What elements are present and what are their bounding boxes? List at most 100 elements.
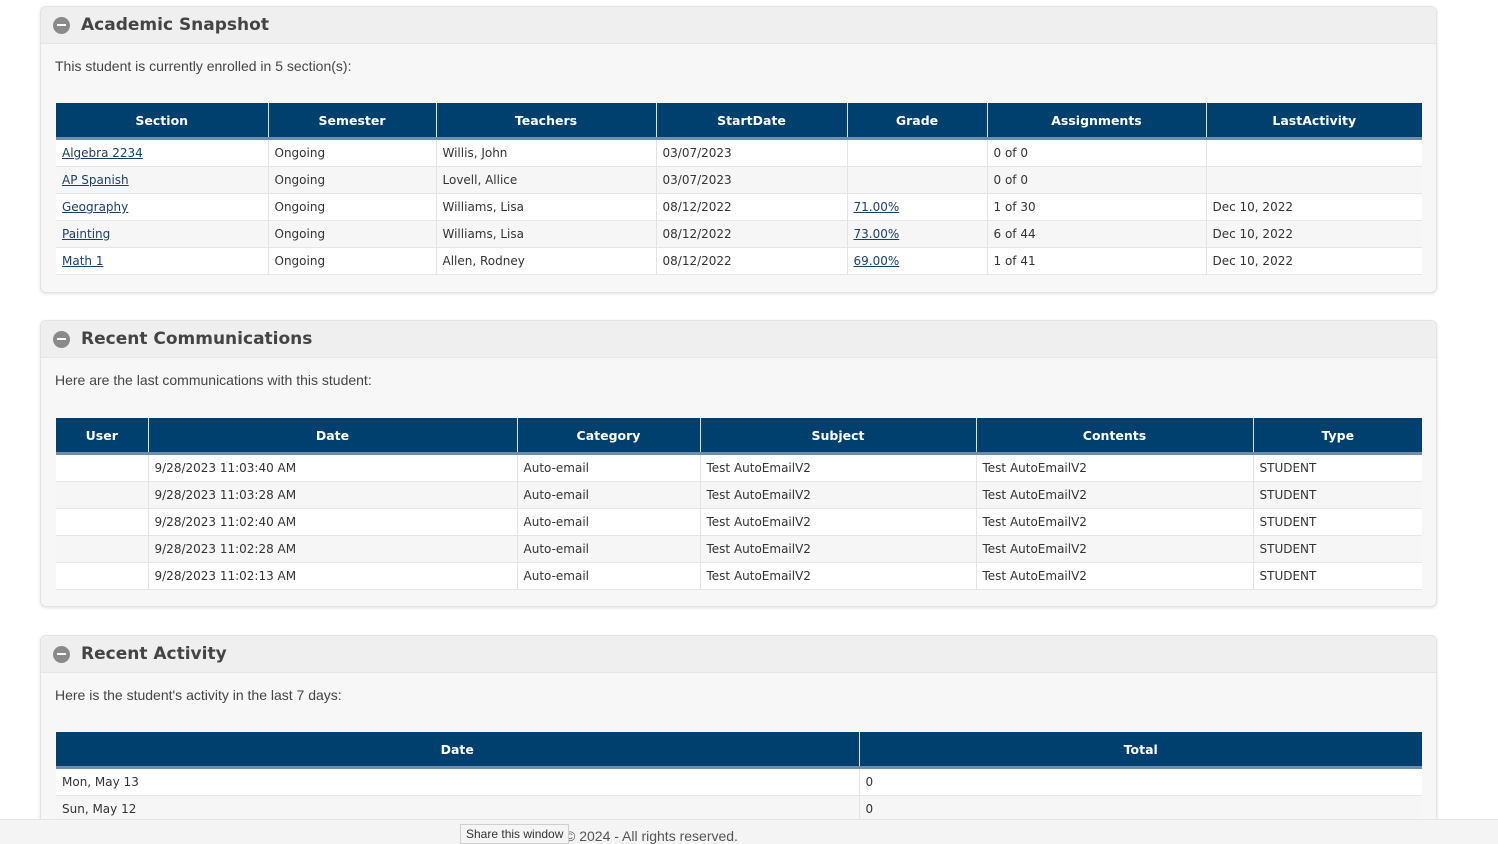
section-cell: Math 1: [56, 247, 268, 275]
table-row: 9/28/2023 11:03:28 AM Auto-email Test Au…: [56, 481, 1422, 509]
grade-link[interactable]: 69.00%: [854, 254, 900, 268]
panel-title: Recent Activity: [81, 644, 227, 664]
date-cell: 9/28/2023 11:03:40 AM: [147, 453, 517, 482]
type-cell: STUDENT: [1252, 508, 1422, 536]
table-row: 9/28/2023 11:02:40 AM Auto-email Test Au…: [56, 508, 1422, 536]
table-row: Mon, May 13 0: [56, 767, 1422, 796]
last-activity-cell: [1205, 138, 1422, 167]
column-header[interactable]: StartDate: [655, 103, 847, 140]
contents-cell: Test AutoEmailV2: [975, 535, 1253, 563]
start-date-cell: 08/12/2022: [655, 247, 847, 275]
recent-communications-header: Recent Communications: [41, 321, 1436, 358]
table-row: Algebra 2234 Ongoing Willis, John 03/07/…: [56, 138, 1422, 167]
column-header[interactable]: Teachers: [435, 103, 656, 140]
teachers-cell: Willis, John: [435, 138, 656, 167]
column-header[interactable]: Assignments: [986, 103, 1206, 140]
recent-activity-panel: Recent Activity Here is the student's ac…: [40, 635, 1437, 835]
recent-activity-header: Recent Activity: [41, 636, 1436, 673]
table-row: 9/28/2023 11:03:40 AM Auto-email Test Au…: [56, 453, 1422, 482]
column-header[interactable]: Section: [56, 103, 268, 140]
last-activity-cell: [1205, 166, 1422, 194]
user-cell: [56, 481, 148, 509]
collapse-minus-icon[interactable]: [53, 16, 70, 34]
section-link[interactable]: Math 1: [62, 254, 103, 268]
communications-description: Here are the last communications with th…: [55, 372, 372, 388]
date-cell: 9/28/2023 11:02:13 AM: [147, 562, 517, 590]
grade-cell: 71.00%: [846, 193, 987, 221]
assignments-cell: 1 of 41: [986, 247, 1206, 275]
section-link[interactable]: Algebra 2234: [62, 146, 143, 160]
last-activity-cell: Dec 10, 2022: [1205, 220, 1422, 248]
category-cell: Auto-email: [516, 453, 700, 482]
activity-description: Here is the student's activity in the la…: [55, 687, 342, 703]
column-header[interactable]: Semester: [267, 103, 436, 140]
column-header[interactable]: Category: [516, 418, 700, 455]
grade-cell: [846, 138, 987, 167]
type-cell: STUDENT: [1252, 562, 1422, 590]
column-header[interactable]: Grade: [846, 103, 987, 140]
start-date-cell: 03/07/2023: [655, 138, 847, 167]
section-link[interactable]: Painting: [62, 227, 110, 241]
user-cell: [56, 535, 148, 563]
teachers-cell: Allen, Rodney: [435, 247, 656, 275]
column-header[interactable]: Subject: [699, 418, 976, 455]
contents-cell: Test AutoEmailV2: [975, 508, 1253, 536]
sections-table: Section Semester Teachers StartDate Grad…: [56, 103, 1422, 275]
contents-cell: Test AutoEmailV2: [975, 481, 1253, 509]
academic-snapshot-panel: Academic Snapshot This student is curren…: [40, 6, 1437, 293]
column-header[interactable]: Type: [1252, 418, 1422, 455]
total-cell: 0: [858, 767, 1422, 796]
grade-link[interactable]: 73.00%: [854, 227, 900, 241]
user-cell: [56, 508, 148, 536]
section-link[interactable]: Geography: [62, 200, 128, 214]
column-header[interactable]: Date: [56, 732, 859, 769]
start-date-cell: 03/07/2023: [655, 166, 847, 194]
column-header[interactable]: Contents: [975, 418, 1253, 455]
copyright-text: © 2024 - All rights reserved.: [565, 828, 738, 844]
section-cell: Geography: [56, 193, 268, 221]
section-cell: Painting: [56, 220, 268, 248]
assignments-cell: 0 of 0: [986, 166, 1206, 194]
subject-cell: Test AutoEmailV2: [699, 508, 976, 536]
subject-cell: Test AutoEmailV2: [699, 481, 976, 509]
table-row: Painting Ongoing Williams, Lisa 08/12/20…: [56, 220, 1422, 248]
column-header[interactable]: LastActivity: [1205, 103, 1422, 140]
table-row: 9/28/2023 11:02:28 AM Auto-email Test Au…: [56, 535, 1422, 563]
collapse-minus-icon[interactable]: [53, 645, 70, 663]
semester-cell: Ongoing: [267, 166, 436, 194]
table-header-row: User Date Category Subject Contents Type: [56, 418, 1422, 455]
assignments-cell: 0 of 0: [986, 138, 1206, 167]
type-cell: STUDENT: [1252, 453, 1422, 482]
teachers-cell: Lovell, Allice: [435, 166, 656, 194]
grade-cell: 69.00%: [846, 247, 987, 275]
start-date-cell: 08/12/2022: [655, 193, 847, 221]
section-cell: AP Spanish: [56, 166, 268, 194]
share-window-tooltip[interactable]: Share this window: [460, 824, 570, 844]
column-header[interactable]: Date: [147, 418, 517, 455]
category-cell: Auto-email: [516, 562, 700, 590]
date-cell: 9/28/2023 11:02:40 AM: [147, 508, 517, 536]
table-row: Math 1 Ongoing Allen, Rodney 08/12/2022 …: [56, 247, 1422, 275]
teachers-cell: Williams, Lisa: [435, 193, 656, 221]
column-header[interactable]: User: [56, 418, 148, 455]
table-row: Geography Ongoing Williams, Lisa 08/12/2…: [56, 193, 1422, 221]
grade-link[interactable]: 71.00%: [854, 200, 900, 214]
semester-cell: Ongoing: [267, 138, 436, 167]
date-cell: 9/28/2023 11:03:28 AM: [147, 481, 517, 509]
subject-cell: Test AutoEmailV2: [699, 453, 976, 482]
column-header[interactable]: Total: [858, 732, 1422, 769]
section-link[interactable]: AP Spanish: [62, 173, 129, 187]
recent-communications-panel: Recent Communications Here are the last …: [40, 320, 1437, 607]
date-cell: Mon, May 13: [56, 767, 859, 796]
contents-cell: Test AutoEmailV2: [975, 562, 1253, 590]
communications-table: User Date Category Subject Contents Type…: [56, 418, 1422, 590]
semester-cell: Ongoing: [267, 220, 436, 248]
teachers-cell: Williams, Lisa: [435, 220, 656, 248]
type-cell: STUDENT: [1252, 481, 1422, 509]
collapse-minus-icon[interactable]: [53, 330, 70, 348]
contents-cell: Test AutoEmailV2: [975, 453, 1253, 482]
academic-snapshot-header: Academic Snapshot: [41, 7, 1436, 44]
section-cell: Algebra 2234: [56, 138, 268, 167]
semester-cell: Ongoing: [267, 193, 436, 221]
type-cell: STUDENT: [1252, 535, 1422, 563]
